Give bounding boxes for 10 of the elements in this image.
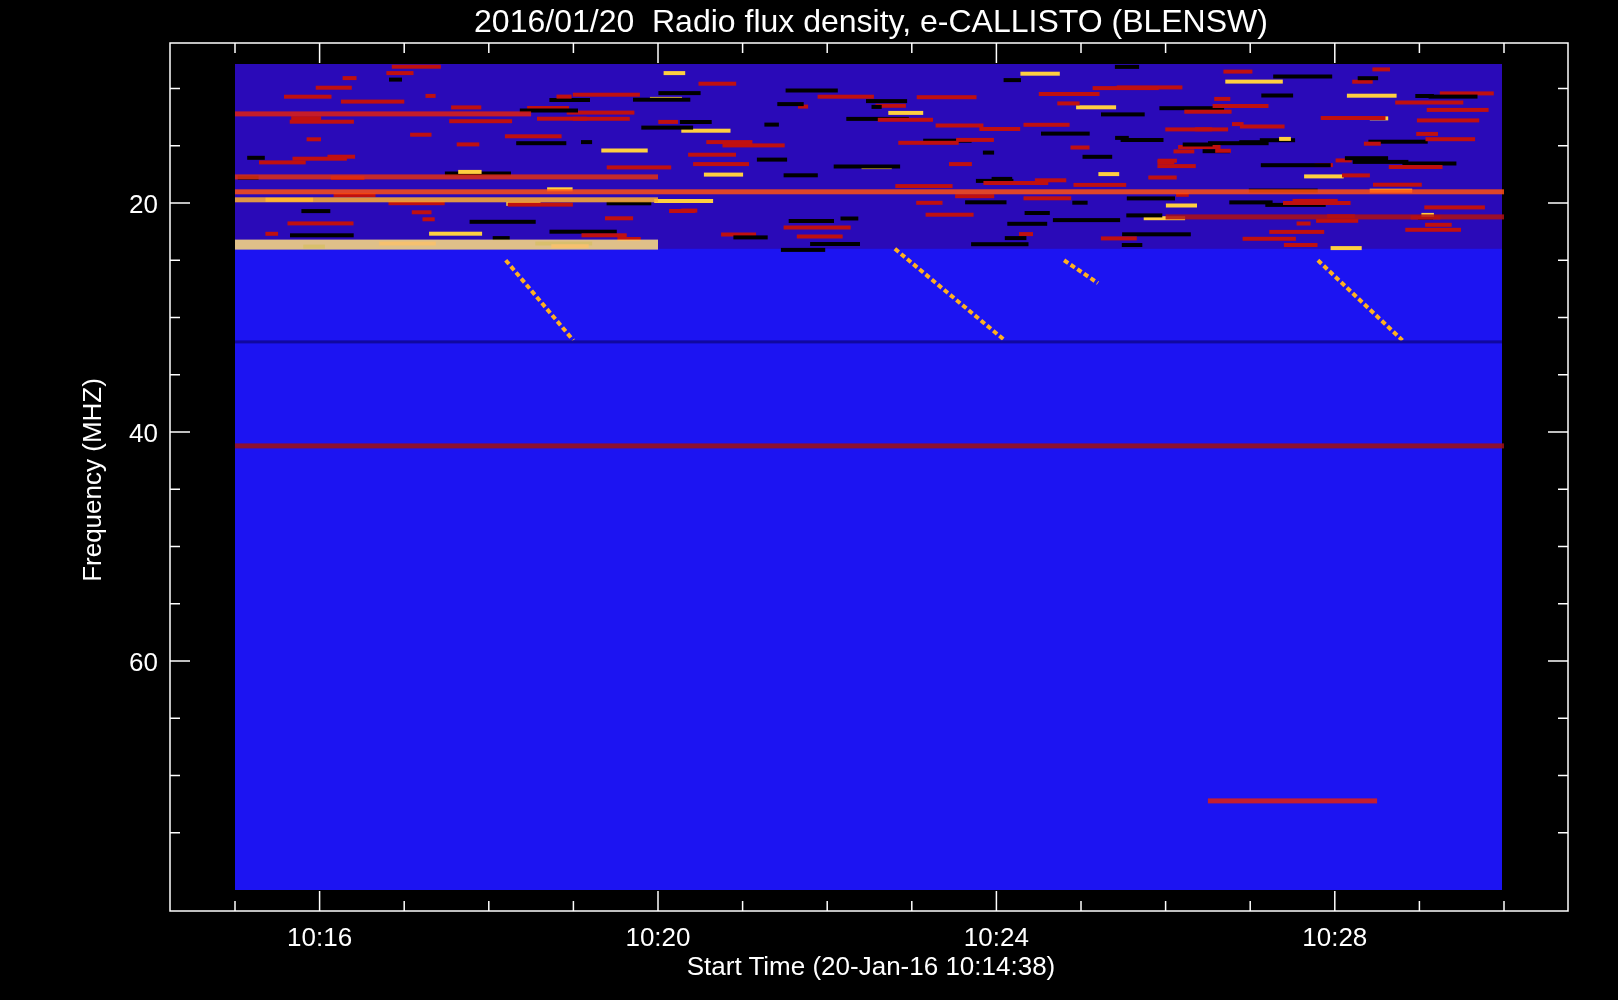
y-axis-title: Frequency (MHZ)	[77, 378, 107, 582]
x-tick-label: 10:16	[287, 922, 353, 952]
x-tick-label: 10:24	[963, 922, 1029, 952]
chart-title: 2016/01/20 Radio flux density, e-CALLISTO (BLENSW)	[474, 3, 1268, 39]
y-tick-label: 40	[129, 418, 158, 448]
x-axis-title: Start Time (20-Jan-16 10:14:38)	[686, 951, 1056, 981]
x-tick-label: 10:20	[625, 922, 691, 952]
x-tick-label: 10:28	[1302, 922, 1368, 952]
y-tick-label: 60	[129, 647, 158, 677]
y-tick-label: 20	[129, 189, 158, 219]
